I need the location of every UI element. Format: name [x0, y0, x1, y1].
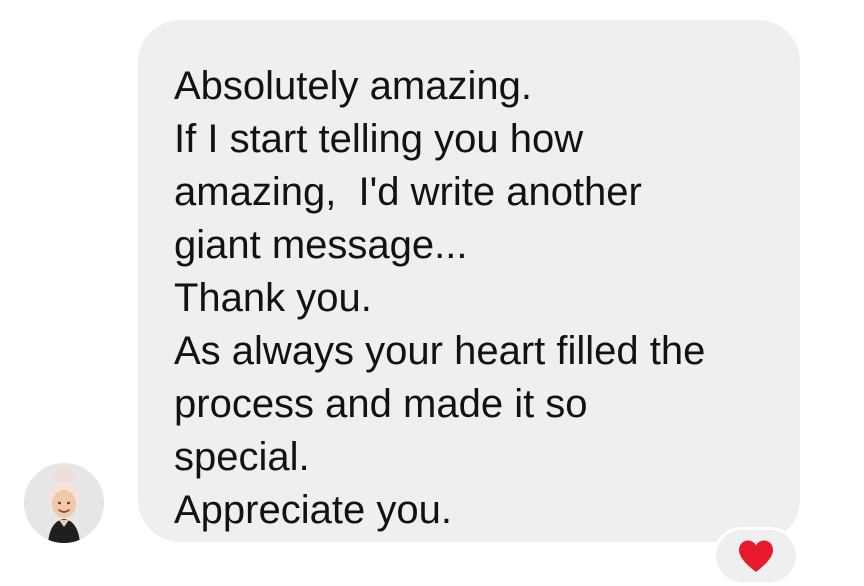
message-line: special. — [174, 435, 310, 479]
message-line: process and made it so — [174, 382, 588, 426]
message-line: Appreciate you. — [174, 488, 452, 532]
message-line: amazing, I'd write another — [174, 170, 642, 214]
avatar-image — [24, 463, 104, 543]
message-line: Absolutely amazing. — [174, 64, 532, 108]
reaction-badge[interactable] — [713, 527, 799, 585]
message-bubble[interactable]: Absolutely amazing. If I start telling y… — [138, 20, 800, 542]
message-line: As always your heart filled the — [174, 329, 706, 373]
message-line: If I start telling you how — [174, 117, 584, 161]
avatar[interactable] — [24, 463, 104, 543]
message-line: Thank you. — [174, 276, 372, 320]
chat-view: Absolutely amazing. If I start telling y… — [0, 0, 864, 586]
message-line: giant message... — [174, 223, 468, 267]
heart-icon — [739, 540, 773, 572]
message-row: Absolutely amazing. If I start telling y… — [0, 0, 864, 586]
